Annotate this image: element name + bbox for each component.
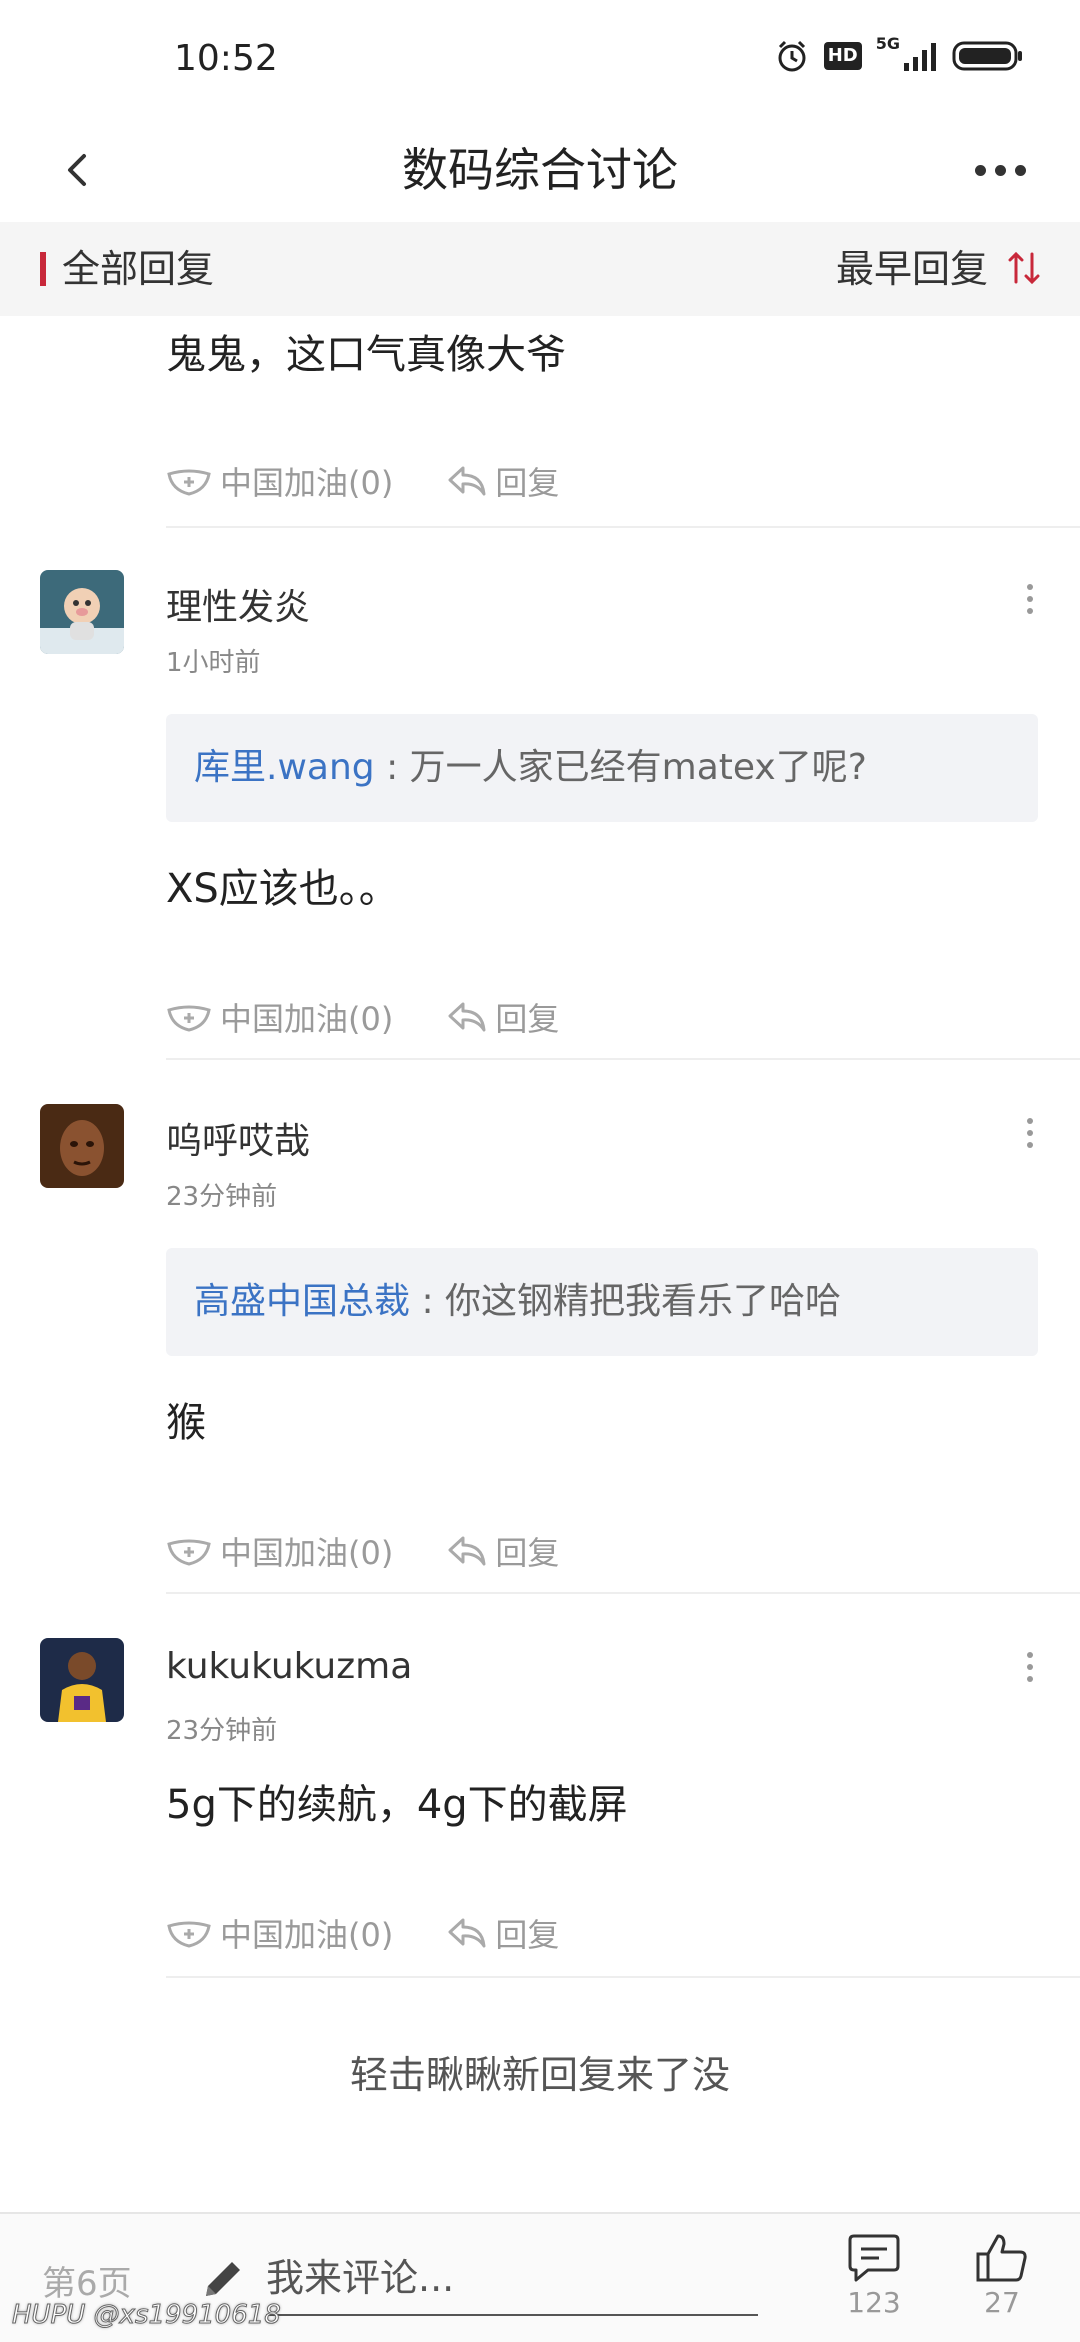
post-actions: 中国加油(0) 回复 [166, 1908, 559, 1958]
reply-button[interactable]: 回复 [447, 1528, 559, 1574]
more-dot [974, 164, 986, 176]
more-dot [994, 164, 1006, 176]
cheer-icon [167, 1005, 211, 1032]
like-label: 中国加油(0) [220, 1916, 394, 1954]
battery-icon [952, 41, 1022, 71]
divider [166, 1592, 1080, 1594]
network-indicator: 5G [876, 34, 938, 71]
comment-input[interactable] [266, 2242, 758, 2316]
quote-text: : 你这钢精把我看乐了哈哈 [410, 1281, 842, 1322]
post-actions: 中国加油(0) 回复 [166, 1526, 559, 1576]
sort-arrows-icon[interactable] [1006, 248, 1042, 288]
reply-arrow-icon [448, 1918, 486, 1948]
quoted-reply[interactable]: 高盛中国总裁 : 你这钢精把我看乐了哈哈 [166, 1248, 1038, 1356]
like-button[interactable]: 中国加油(0) [166, 458, 393, 504]
sort-earliest-button[interactable]: 最早回复 [836, 222, 988, 316]
post-actions: 中国加油(0) 回复 [166, 992, 559, 1042]
post-menu-button[interactable] [1010, 1108, 1050, 1158]
username[interactable]: kukukukuzma [166, 1646, 412, 1687]
post-time: 23分钟前 [166, 1716, 278, 1746]
post-time: 23分钟前 [166, 1182, 278, 1212]
avatar[interactable] [40, 1638, 124, 1722]
like-button[interactable]: 中国加油(0) [166, 1528, 393, 1574]
page-title: 数码综合讨论 [402, 143, 678, 197]
chevron-left-icon [68, 154, 86, 186]
network-label: 5G [875, 34, 900, 53]
avatar[interactable] [40, 570, 124, 654]
reply-arrow-icon [448, 1002, 486, 1032]
like-label: 中国加油(0) [220, 464, 394, 502]
avatar[interactable] [40, 1104, 124, 1188]
more-options-button[interactable] [960, 142, 1040, 198]
reply-label: 回复 [495, 1916, 560, 1954]
like-label: 中国加油(0) [220, 1534, 394, 1572]
reply-label: 回复 [495, 464, 560, 502]
filter-accent-mark [40, 252, 46, 286]
all-replies-label: 全部回复 [62, 247, 215, 291]
reply-button[interactable]: 回复 [447, 458, 559, 504]
hd-badge: HD [823, 42, 862, 70]
post-time: 1小时前 [166, 648, 261, 678]
comment-count: 123 [847, 2286, 901, 2319]
watermark: HUPU @xs19910618 [12, 2300, 282, 2331]
reply-arrow-icon [448, 466, 486, 496]
username[interactable]: 理性发炎 [166, 578, 310, 630]
divider [166, 1976, 1080, 1978]
post-menu-button[interactable] [1010, 574, 1050, 624]
quote-text: : 万一人家已经有matex了呢? [374, 747, 867, 788]
avatar-image [40, 1638, 124, 1722]
post-text: 猴 [166, 1400, 206, 1446]
divider [166, 526, 1080, 528]
load-new-replies-button[interactable]: 轻击瞅瞅新回复来了没 [0, 2044, 1080, 2099]
comment-bubble-icon [848, 2234, 900, 2282]
cheer-icon [167, 1921, 211, 1948]
quote-username[interactable]: 库里.wang [194, 747, 375, 788]
page-indicator[interactable]: 第6页 [42, 2256, 132, 2305]
filter-bar: 全部回复 最早回复 [0, 222, 1080, 316]
post-text: 5g下的续航，4g下的截屏 [166, 1782, 628, 1828]
post-actions: 中国加油(0) 回复 [166, 456, 559, 506]
like-button[interactable]: 中国加油(0) [166, 1910, 393, 1956]
status-icons: HD 5G [774, 34, 1024, 74]
post-text: XS应该也。。 [166, 866, 399, 912]
nav-bar: 数码综合讨论 [0, 120, 1080, 220]
reply-button[interactable]: 回复 [447, 994, 559, 1040]
divider [166, 1058, 1080, 1060]
cheer-icon [167, 1539, 211, 1566]
comments-button[interactable]: 123 [834, 2232, 914, 2319]
avatar-image [40, 570, 124, 654]
thumbs-up-icon [976, 2234, 1027, 2282]
back-button[interactable] [52, 142, 108, 198]
cheer-icon [167, 469, 211, 496]
quoted-reply[interactable]: 库里.wang : 万一人家已经有matex了呢? [166, 714, 1038, 822]
like-post-button[interactable]: 27 [962, 2232, 1042, 2319]
quote-username[interactable]: 高盛中国总裁 [194, 1281, 410, 1322]
post-text: 鬼鬼，这口气真像大爷 [166, 332, 566, 378]
like-count: 27 [984, 2286, 1020, 2319]
avatar-image [40, 1104, 124, 1188]
pencil-icon [206, 2262, 240, 2296]
post-menu-button[interactable] [1010, 1642, 1050, 1692]
more-dot [1014, 164, 1026, 176]
signal-bars-icon [904, 43, 936, 71]
alarm-clock-icon [778, 40, 806, 72]
reply-button[interactable]: 回复 [447, 1910, 559, 1956]
reply-label: 回复 [495, 1534, 560, 1572]
username[interactable]: 呜呼哎哉 [166, 1112, 310, 1164]
status-bar: 10:52 HD 5G [0, 0, 1080, 120]
like-label: 中国加油(0) [220, 1000, 394, 1038]
status-time: 10:52 [174, 38, 278, 79]
reply-label: 回复 [495, 1000, 560, 1038]
reply-arrow-icon [448, 1536, 486, 1566]
like-button[interactable]: 中国加油(0) [166, 994, 393, 1040]
